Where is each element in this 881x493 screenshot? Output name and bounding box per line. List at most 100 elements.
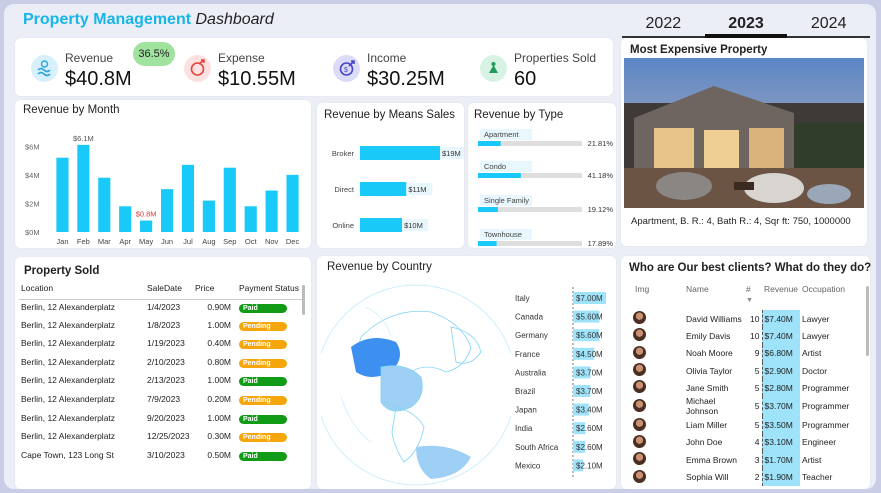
cell-location: Berlin, 12 Alexanderplatz <box>21 319 116 330</box>
column-revenue[interactable]: Revenue <box>762 284 800 310</box>
cell-payment-status: Paid <box>237 448 303 467</box>
status-badge: Paid <box>239 377 287 387</box>
table-row[interactable]: Berlin, 12 Alexanderplatz 2/13/2023 1.00M P… <box>19 373 303 392</box>
category-label: Brazil <box>515 387 535 396</box>
table-row[interactable]: Berlin, 12 Alexanderplatz 1/4/2023 0.90M Pa… <box>19 299 303 318</box>
year-2023-button[interactable]: 2023 <box>704 10 788 38</box>
x-tick-label: Apr <box>119 237 131 246</box>
cell-occupation: Lawyer <box>802 330 830 341</box>
table-row[interactable]: Cape Town, 123 Long St 3/10/2023 0.50M Paid <box>19 448 303 467</box>
property-sold-table-wrap[interactable]: Location SaleDate Price Payment Status B… <box>19 283 303 489</box>
cell-location: Berlin, 12 Alexanderplatz <box>21 431 116 442</box>
cell-occupation: Programmer <box>802 420 850 431</box>
revenue-by-month-chart: $0M $2M $4M $6M Jan Feb Mar Apr May Jun Jul Aug Sep O… <box>25 134 299 246</box>
cell-price: 0.40M <box>207 338 231 349</box>
data-label: $2.60M <box>576 424 603 433</box>
table-row[interactable]: Michael Johnson 5 $3.70M Programmer <box>625 396 856 417</box>
column-location[interactable]: Location <box>19 283 145 300</box>
avatar <box>633 363 646 377</box>
table-row[interactable]: Olivia Taylor 5 $2.90M Doctor <box>625 361 856 380</box>
property-sold-scrollbar[interactable] <box>302 285 305 315</box>
cell-name: John Doe <box>686 437 723 448</box>
cell-price: 0.90M <box>207 301 231 312</box>
data-label: 41.18% <box>588 171 614 180</box>
revenue-by-type-chart: Apartment 21.81% Condo 41.18% Single Family 1… <box>478 129 614 248</box>
bar <box>140 220 153 232</box>
expense-percent-badge: 36.5% <box>133 42 175 66</box>
revenue-by-means-card: Revenue by Means Sales Broker $19M Direct $… <box>317 103 464 248</box>
year-2024-button[interactable]: 2024 <box>787 10 871 38</box>
table-row[interactable]: Berlin, 12 Alexanderplatz 1/19/2023 0.40M P… <box>19 336 303 355</box>
y-tick-label: $2M <box>25 199 40 208</box>
data-label: $6.1M <box>73 134 94 143</box>
status-badge: Paid <box>239 451 287 461</box>
x-tick-label: Mar <box>98 237 111 246</box>
revenue-by-type-card: Revenue by Type Apartment 21.81% Condo 41.1… <box>468 103 616 248</box>
table-row[interactable]: David Williams 10 $7.40M Lawyer <box>625 310 856 328</box>
category-label: Broker <box>332 149 355 158</box>
table-row[interactable]: Sophia Will 2 $1.90M Teacher <box>625 468 856 486</box>
column-count[interactable]: # ▼ <box>744 284 762 310</box>
bar <box>360 182 407 196</box>
most-expensive-card: Most Expensive Property Apartment, B. R.… <box>621 38 867 246</box>
cell-sale-date: 2/13/2023 <box>147 375 185 386</box>
column-occupation[interactable]: Occupation <box>800 284 856 310</box>
column-img[interactable]: Img <box>625 284 664 310</box>
svg-text:$: $ <box>344 67 348 74</box>
column-count-label: # <box>746 284 751 294</box>
data-label: 17.89% <box>588 239 614 248</box>
table-row[interactable]: Berlin, 12 Alexanderplatz 7/9/2023 0.20M Pe… <box>19 392 303 411</box>
status-badge: Pending <box>239 433 287 443</box>
x-tick-label: Jul <box>183 237 193 246</box>
table-row[interactable]: Berlin, 12 Alexanderplatz 1/8/2023 1.00M Pe… <box>19 318 303 337</box>
bar <box>244 206 257 232</box>
cell-count: 10 <box>750 330 760 341</box>
data-label: $11M <box>408 185 426 194</box>
cell-img <box>625 434 664 451</box>
globe-map <box>321 284 511 486</box>
title-sub: Dashboard <box>195 11 274 28</box>
status-badge: Pending <box>239 340 287 350</box>
table-row[interactable]: Emma Brown 3 $1.70M Artist <box>625 451 856 469</box>
cell-price: 1.00M <box>207 375 231 386</box>
cell-name: Emily Davis <box>686 330 731 341</box>
table-row[interactable]: Berlin, 12 Alexanderplatz 12/25/2023 0.30M… <box>19 429 303 448</box>
property-caption: Apartment, B. R.: 4, Bath R.: 4, Sqr ft:… <box>631 216 851 227</box>
table-row[interactable]: John Doe 4 $3.10M Engineer <box>625 433 856 452</box>
cell-payment-status: Pending <box>237 392 303 411</box>
table-row[interactable]: Jane Smith 5 $2.80M Programmer <box>625 379 856 397</box>
best-clients-table-wrap[interactable]: Img Name # ▼ Revenue Occupation David Wi… <box>625 284 863 489</box>
category-label: Direct <box>334 185 355 194</box>
cell-name: Jane Smith <box>686 382 729 393</box>
year-2022-button[interactable]: 2022 <box>622 10 705 38</box>
column-name[interactable]: Name <box>664 284 744 310</box>
column-sale-date[interactable]: SaleDate <box>145 283 193 300</box>
table-row[interactable]: Emily Davis 10 $7.40M Lawyer <box>625 327 856 345</box>
category-label: Australia <box>515 368 547 377</box>
data-label: $0.8M <box>136 210 157 219</box>
cell-revenue: $7.40M <box>761 327 801 345</box>
table-row[interactable]: Liam Miller 5 $3.50M Programmer <box>625 416 856 434</box>
data-label: $5.60M <box>576 313 603 322</box>
cell-payment-status: Paid <box>237 411 303 430</box>
cell-img <box>625 468 664 485</box>
avatar <box>633 328 646 342</box>
column-payment-status[interactable]: Payment Status <box>237 283 303 300</box>
best-clients-scrollbar[interactable] <box>866 286 869 356</box>
avatar <box>633 452 646 466</box>
data-label: $7.00M <box>576 294 603 303</box>
data-label: $4.50M <box>576 350 603 359</box>
table-row[interactable]: Noah Moore 9 $6.80M Artist <box>625 344 856 362</box>
property-photo <box>624 58 864 208</box>
table-row[interactable]: Berlin, 12 Alexanderplatz 9/20/2023 1.00M P… <box>19 411 303 430</box>
revenue-by-month-card: Revenue by Month $0M $2M $4M $6M Jan Feb Mar Ap… <box>15 100 311 248</box>
bar <box>478 207 498 212</box>
cell-name: Olivia Taylor <box>686 365 733 376</box>
column-price[interactable]: Price <box>193 283 237 300</box>
cell-sale-date: 3/10/2023 <box>147 449 185 460</box>
property-sold-card: Property Sold Location SaleDate Price Pa… <box>15 257 311 489</box>
table-row[interactable]: Berlin, 12 Alexanderplatz 2/10/2023 0.80M P… <box>19 355 303 374</box>
cell-img <box>625 345 664 362</box>
properties-sold-label: Properties Sold <box>514 51 597 65</box>
bar <box>286 174 299 232</box>
